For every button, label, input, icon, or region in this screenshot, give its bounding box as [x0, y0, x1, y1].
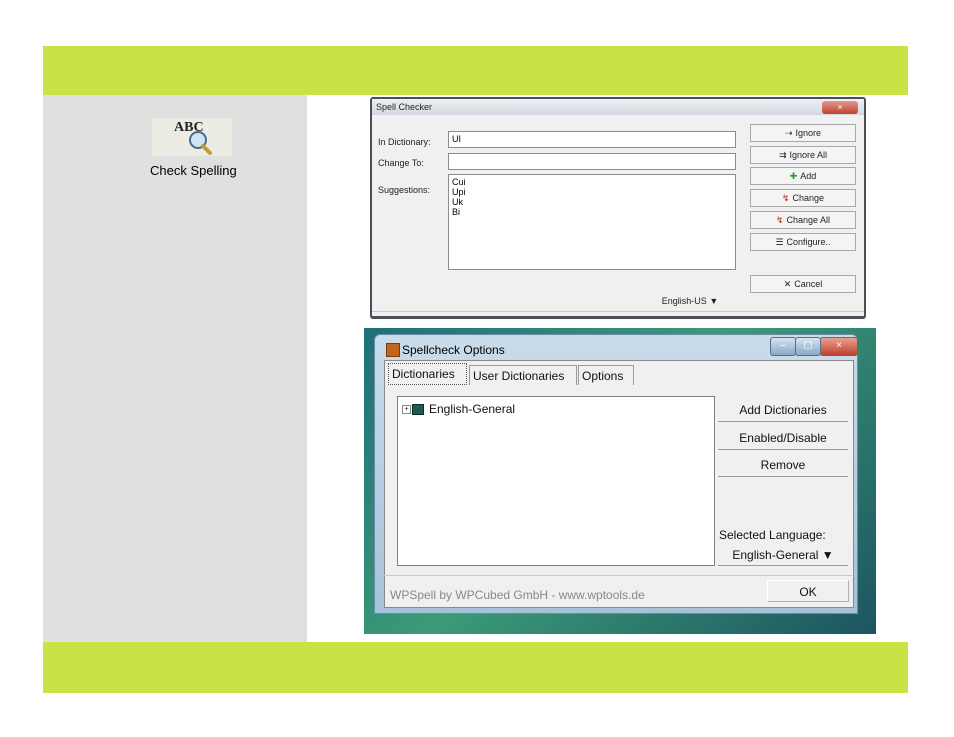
tab-user-dictionaries[interactable]: User Dictionaries: [469, 365, 577, 385]
ok-button[interactable]: OK: [767, 580, 849, 602]
dropdown-arrow-icon: ▼: [709, 296, 719, 306]
selected-language-label: Selected Language:: [719, 528, 826, 542]
list-item[interactable]: Upi: [452, 187, 732, 197]
dialog-body: In Dictionary: UI Change To: Suggestions…: [372, 115, 864, 316]
list-item[interactable]: Bi: [452, 207, 732, 217]
configure-button[interactable]: ☰ Configure..: [750, 233, 856, 251]
change-all-icon: ↯: [775, 215, 784, 225]
in-dictionary-field[interactable]: UI: [448, 131, 736, 148]
ignore-button[interactable]: ⇢ Ignore: [750, 124, 856, 142]
bottom-accent-band: [43, 642, 908, 693]
change-all-button[interactable]: ↯ Change All: [750, 211, 856, 229]
ignore-icon: ⇢: [784, 128, 793, 138]
window-title: Spellcheck Options: [402, 343, 505, 357]
dictionary-tree[interactable]: + English-General: [397, 396, 715, 566]
list-item[interactable]: Cui: [452, 177, 732, 187]
add-button[interactable]: ✚ Add: [750, 167, 856, 185]
footer-divider: [384, 575, 852, 576]
expand-icon[interactable]: +: [402, 405, 411, 415]
close-button[interactable]: ×: [822, 101, 858, 114]
maximize-button[interactable]: ▢: [795, 337, 821, 356]
minimize-button[interactable]: –: [770, 337, 796, 356]
enable-disable-button[interactable]: Enabled/Disable: [718, 427, 848, 450]
spell-checker-dialog: Spell Checker × In Dictionary: UI Change…: [370, 97, 866, 319]
in-dictionary-label: In Dictionary:: [378, 137, 431, 147]
tree-item[interactable]: + English-General: [402, 402, 515, 416]
book-icon: [412, 404, 424, 416]
suggestions-list[interactable]: Cui Upi Uk Bi: [448, 174, 736, 270]
language-dropdown[interactable]: English-General ▼: [718, 545, 848, 566]
configure-icon: ☰: [775, 237, 784, 247]
list-item[interactable]: Uk: [452, 197, 732, 207]
language-dropdown[interactable]: English-US ▼: [644, 292, 736, 310]
tab-dictionaries[interactable]: Dictionaries: [388, 363, 467, 385]
dialog-title: Spell Checker: [376, 102, 433, 112]
app-icon: [386, 343, 400, 357]
tab-options[interactable]: Options: [578, 365, 634, 385]
abc-magnifier-icon[interactable]: ABC: [152, 118, 232, 156]
close-button[interactable]: ×: [820, 337, 858, 356]
change-to-field[interactable]: [448, 153, 736, 170]
change-to-label: Change To:: [378, 158, 424, 168]
status-bar: [372, 311, 864, 317]
dropdown-arrow-icon: ▼: [821, 548, 834, 562]
add-dictionaries-button[interactable]: Add Dictionaries: [718, 399, 848, 422]
remove-button[interactable]: Remove: [718, 454, 848, 477]
change-button[interactable]: ↯ Change: [750, 189, 856, 207]
close-icon: ✕: [783, 279, 792, 289]
credit-text: WPSpell by WPCubed GmbH - www.wptools.de: [390, 588, 645, 602]
cancel-button[interactable]: ✕ Cancel: [750, 275, 856, 293]
change-icon: ↯: [781, 193, 790, 203]
plus-icon: ✚: [789, 171, 798, 181]
spellcheck-options-window: Spellcheck Options – ▢ × Dictionaries Us…: [364, 328, 876, 634]
ignore-all-button[interactable]: ⇉ Ignore All: [750, 146, 856, 164]
suggestions-label: Suggestions:: [378, 185, 431, 195]
top-accent-band: [43, 46, 908, 95]
ignore-all-icon: ⇉: [778, 150, 787, 160]
check-spelling-label[interactable]: Check Spelling: [150, 163, 237, 178]
title-bar[interactable]: Spell Checker ×: [372, 99, 864, 115]
